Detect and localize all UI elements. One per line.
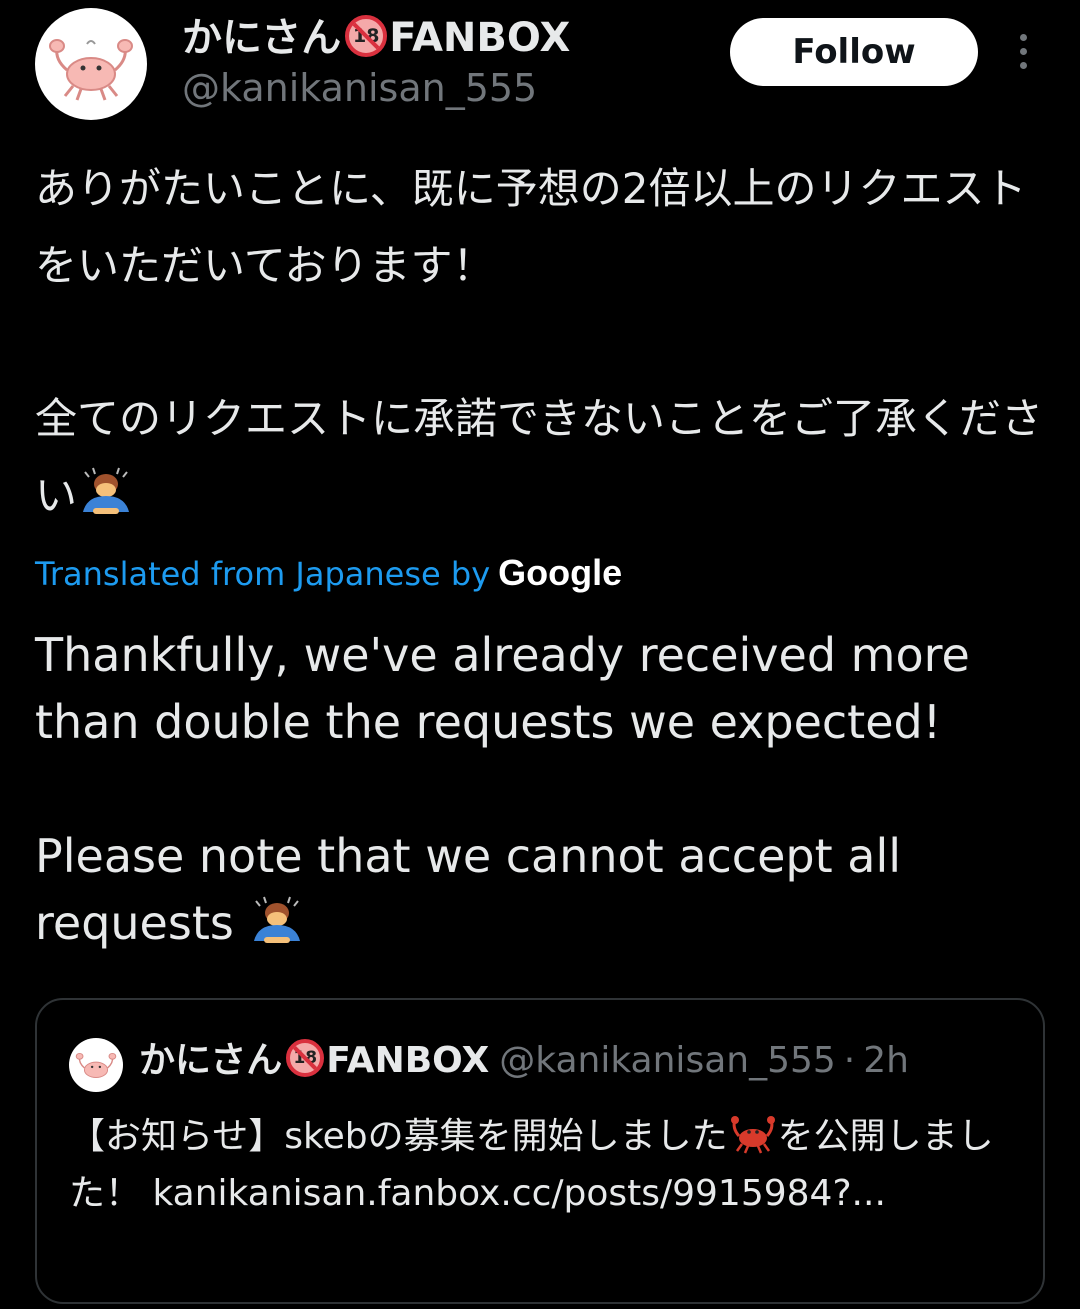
quoted-author-name-suffix: FANBOX	[326, 1040, 490, 1081]
person-bowing-emoji	[83, 467, 130, 514]
tweet-jp-paragraph-2-text: 全てのリクエストに承諾できないことをご了承ください	[35, 394, 1044, 520]
quoted-author-avatar[interactable]	[69, 1038, 123, 1092]
quoted-tweet-body: 【お知らせ】skebの募集を開始しました を公開しました！ kanikanisa…	[69, 1108, 1019, 1222]
tweet-jp-paragraph-2: 全てのリクエストに承諾できないことをご了承ください	[35, 380, 1055, 534]
author-avatar[interactable]	[35, 8, 147, 120]
tweet-en-paragraph-1: Thankfully, we've already received more …	[35, 628, 970, 749]
no-under-18-icon: 18	[286, 1039, 325, 1077]
crab-avatar-icon	[49, 39, 133, 101]
follow-button[interactable]: Follow	[730, 18, 978, 86]
quoted-tweet-header: かにさん18FANBOX@kanikanisan_555·2h	[139, 1036, 909, 1086]
tweet-original-text: ありがたいことに、既に予想の2倍以上のリクエストをいただいております！ 全てのリ…	[35, 150, 1055, 534]
quoted-author-name-text: かにさん	[139, 1040, 283, 1081]
translated-from-link[interactable]: Translated from Japanese by	[35, 555, 490, 593]
more-vertical-icon[interactable]	[1008, 30, 1040, 74]
quoted-tweet-card[interactable]: かにさん18FANBOX@kanikanisan_555·2h 【お知らせ】sk…	[35, 998, 1045, 1304]
tweet-header: かにさん18FANBOX @kanikanisan_555 Follow	[0, 0, 1080, 130]
quoted-author-handle: @kanikanisan_555	[499, 1040, 836, 1081]
crab-avatar-icon	[75, 1052, 117, 1079]
quoted-author-name: かにさん18FANBOX	[139, 1039, 490, 1081]
tweet-translated-text: Thankfully, we've already received more …	[35, 622, 1055, 957]
person-bowing-emoji	[254, 896, 301, 943]
author-name-text: かにさん	[182, 15, 342, 61]
no-under-18-icon: 18	[345, 15, 388, 57]
translation-attribution: Translated from Japanese by Google	[35, 548, 622, 599]
quoted-tweet-time: 2h	[863, 1040, 909, 1081]
tweet-en-paragraph-2: Please note that we cannot accept all re…	[35, 823, 1055, 957]
author-handle[interactable]: @kanikanisan_555	[182, 64, 537, 112]
tweet-jp-paragraph-1: ありがたいことに、既に予想の2倍以上のリクエストをいただいております！	[35, 164, 1027, 290]
tweet-en-paragraph-2-text: Please note that we cannot accept all re…	[35, 829, 902, 950]
crab-emoji	[730, 1116, 775, 1154]
google-logo: Google	[498, 552, 623, 593]
meta-separator: ·	[843, 1040, 856, 1081]
quoted-body-part-1: 【お知らせ】skebの募集を開始しました	[69, 1116, 728, 1157]
author-display-name[interactable]: かにさん18FANBOX	[182, 12, 570, 64]
author-name-suffix: FANBOX	[389, 15, 571, 61]
